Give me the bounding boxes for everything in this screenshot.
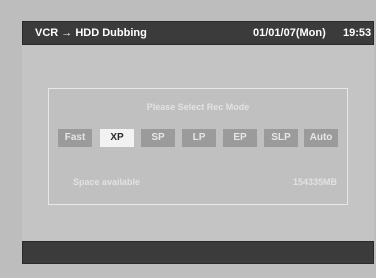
mode-button-xp[interactable]: XP [100,129,134,147]
time-display: 19:53 [343,27,372,39]
mode-button-sp[interactable]: SP [141,129,175,147]
space-available-value: 154335MB [292,177,337,187]
mode-button-fast[interactable]: Fast [58,129,92,147]
footer-bar [22,241,374,264]
space-available-label: Space available [73,177,141,187]
mode-button-auto[interactable]: Auto [304,129,338,147]
mode-button-ep[interactable]: EP [223,129,257,147]
mode-button-slp[interactable]: SLP [264,129,298,147]
rec-mode-dialog: Please Select Rec Mode Fast XP SP LP EP … [48,88,348,205]
screen: VCR → HDD Dubbing 01/01/07(Mon) 19:53 Pl… [0,0,376,278]
mode-button-lp[interactable]: LP [182,129,216,147]
dialog-prompt: Please Select Rec Mode [146,102,250,112]
page-title: VCR → HDD Dubbing [35,27,147,39]
header-bar: VCR → HDD Dubbing 01/01/07(Mon) 19:53 [22,21,374,45]
date-display: 01/01/07(Mon) [253,27,326,39]
